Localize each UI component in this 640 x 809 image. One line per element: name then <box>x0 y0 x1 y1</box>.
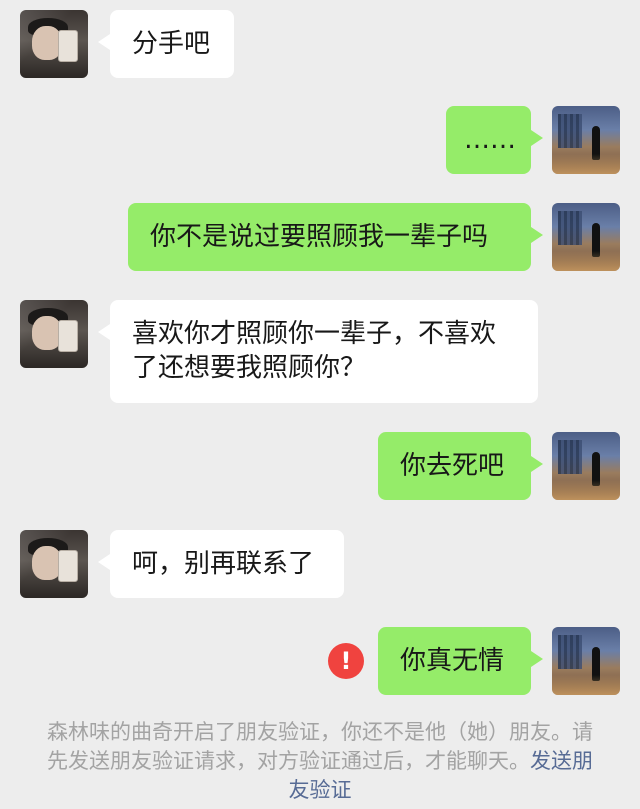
message-text: 呵，别再联系了 <box>132 549 315 579</box>
avatar-glow <box>552 251 620 271</box>
my-avatar[interactable] <box>552 106 620 174</box>
message-bubble-incoming[interactable]: 分手吧 <box>98 10 234 78</box>
avatar-glow <box>552 480 620 500</box>
my-avatar[interactable] <box>552 627 620 695</box>
avatar-glow <box>552 675 620 695</box>
avatar-building <box>558 211 582 245</box>
message-text: 分手吧 <box>132 29 211 59</box>
contact-avatar[interactable] <box>20 530 88 598</box>
my-avatar[interactable] <box>552 432 620 500</box>
message-bubble-outgoing[interactable]: 你不是说过要照顾我一辈子吗 <box>128 203 543 271</box>
contact-avatar[interactable] <box>20 10 88 78</box>
message-bubble-incoming[interactable]: 呵，别再联系了 <box>98 530 344 598</box>
avatar-building <box>558 635 582 669</box>
message-bubble-outgoing[interactable]: 你去死吧 <box>378 432 543 500</box>
my-avatar[interactable] <box>552 203 620 271</box>
avatar-phone <box>58 550 78 582</box>
send-failed-icon[interactable]: ! <box>328 643 364 679</box>
system-notice-text: 森林味的曲奇开启了朋友验证，你还不是他（她）朋友。请先发送朋友验证请求，对方验证… <box>47 720 593 773</box>
contact-avatar[interactable] <box>20 300 88 368</box>
system-notice: 森林味的曲奇开启了朋友验证，你还不是他（她）朋友。请先发送朋友验证请求，对方验证… <box>40 718 600 805</box>
avatar-phone <box>58 30 78 62</box>
message-bubble-outgoing[interactable]: 你真无情 <box>378 627 543 695</box>
message-bubble-outgoing[interactable]: …… <box>446 106 543 174</box>
message-text: 你真无情 <box>400 646 505 676</box>
message-bubble-incoming[interactable]: 喜欢你才照顾你一辈子，不喜欢 了还想要我照顾你？ <box>98 300 538 403</box>
message-text: 喜欢你才照顾你一辈子，不喜欢 了还想要我照顾你？ <box>132 319 497 383</box>
avatar-building <box>558 114 582 148</box>
avatar-building <box>558 440 582 474</box>
avatar-glow <box>552 154 620 174</box>
message-text: 你去死吧 <box>400 451 505 481</box>
message-text: …… <box>464 125 516 155</box>
avatar-phone <box>58 320 78 352</box>
message-text: 你不是说过要照顾我一辈子吗 <box>150 222 489 252</box>
